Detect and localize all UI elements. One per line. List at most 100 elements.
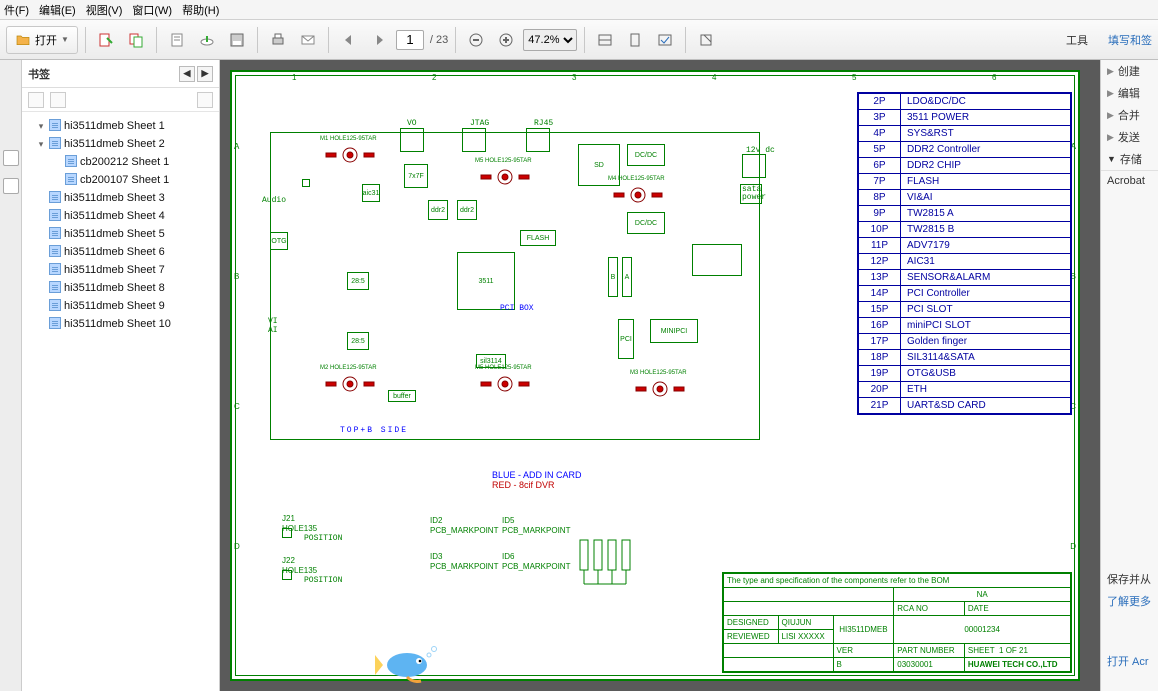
bookmark-icon [49,227,61,239]
bookmark-item[interactable]: hi3511dmeb Sheet 7 [36,262,219,278]
thumbnails-tab-icon[interactable] [3,150,19,166]
zoom-in-icon[interactable] [493,27,519,53]
bookmark-icon [49,299,61,311]
index-row: 10PTW2815 B [859,222,1071,238]
document-viewer[interactable]: 123456 ABCD ABCD 2PLDO&DC/DC3P3511 POWER… [220,60,1100,691]
index-row: 3P3511 POWER [859,110,1071,126]
right-send[interactable]: ▶发送 [1101,126,1158,148]
index-row: 8PVI&AI [859,190,1071,206]
right-store[interactable]: ▼存储 [1101,148,1158,170]
bookmarks-prev-icon[interactable]: ◀ [179,66,195,82]
bookmark-item[interactable]: ▾hi3511dmeb Sheet 1 [36,118,219,134]
bookmark-item[interactable]: cb200212 Sheet 1 [52,154,219,170]
prev-page-icon[interactable] [336,27,362,53]
index-row: 19POTG&USB [859,366,1071,382]
page-number-input[interactable] [396,30,424,50]
bookmark-icon [49,245,61,257]
bookmarks-tree: ▾hi3511dmeb Sheet 1 ▾hi3511dmeb Sheet 2 cb… [22,112,219,691]
bookmark-item[interactable]: ▾hi3511dmeb Sheet 2 [36,136,219,152]
bookmarks-find-icon[interactable] [197,92,213,108]
index-row: 4PSYS&RST [859,126,1071,142]
bookmark-icon [65,173,77,185]
index-row: 6PDDR2 CHIP [859,158,1071,174]
menu-view[interactable]: 视图(V) [86,2,123,18]
bookmark-icon [49,281,61,293]
index-row: 12PAIC31 [859,254,1071,270]
bookmark-item[interactable]: hi3511dmeb Sheet 10 [36,316,219,332]
bookmarks-header: 书签 ◀ ▶ [22,60,219,88]
right-merge[interactable]: ▶合并 [1101,104,1158,126]
bookmarks-tab-icon[interactable] [3,178,19,194]
bookmark-item[interactable]: hi3511dmeb Sheet 6 [36,244,219,260]
fill-sign-link[interactable]: 填写和签 [1108,32,1152,48]
index-row: 21PUART&SD CARD [859,398,1071,414]
index-row: 16PminiPCI SLOT [859,318,1071,334]
index-row: 2PLDO&DC/DC [859,94,1071,110]
fit-page-icon[interactable] [622,27,648,53]
bookmark-icon [49,191,61,203]
main-area: 书签 ◀ ▶ ▾hi3511dmeb Sheet 1▾hi3511dmeb Sh… [0,60,1158,691]
right-acrobat-label: Acrobat [1101,171,1158,191]
title-block: The type and specification of the compon… [722,572,1072,673]
folder-open-icon [15,32,31,48]
schematic-sheet: 123456 ABCD ABCD 2PLDO&DC/DC3P3511 POWER… [230,70,1080,681]
side-thumb-strip [0,60,22,691]
edit-icon[interactable] [164,27,190,53]
fit-width-icon[interactable] [592,27,618,53]
bookmark-icon [49,263,61,275]
right-create[interactable]: ▶创建 [1101,60,1158,82]
bookmark-item[interactable]: cb200107 Sheet 1 [52,172,219,188]
right-edit[interactable]: ▶编辑 [1101,82,1158,104]
open-button-label: 打开 [35,32,57,48]
index-row: 18PSIL3114&SATA [859,350,1071,366]
toolbar: 打开 ▼ / 23 47.2%50%75%100%125%150% 工具 填写和… [0,20,1158,60]
zoom-select[interactable]: 47.2%50%75%100%125%150% [523,29,577,51]
next-page-icon[interactable] [366,27,392,53]
bookmarks-options-icon[interactable] [28,92,44,108]
bookmarks-new-icon[interactable] [50,92,66,108]
right-learn-more[interactable]: 了解更多 [1101,591,1158,611]
bookmark-item[interactable]: hi3511dmeb Sheet 8 [36,280,219,296]
share-icon[interactable] [693,27,719,53]
tools-link[interactable]: 工具 [1066,32,1088,48]
menu-edit[interactable]: 编辑(E) [39,2,76,18]
chevron-down-icon: ▼ [61,35,69,44]
print-icon[interactable] [265,27,291,53]
index-row: 13PSENSOR&ALARM [859,270,1071,286]
reading-mode-icon[interactable] [652,27,678,53]
index-row: 11PADV7179 [859,238,1071,254]
open-button[interactable]: 打开 ▼ [6,26,78,54]
bookmark-icon [49,137,61,149]
zoom-out-icon[interactable] [463,27,489,53]
index-row: 20PETH [859,382,1071,398]
bookmark-item[interactable]: hi3511dmeb Sheet 4 [36,208,219,224]
menu-window[interactable]: 窗口(W) [132,2,172,18]
schematic-legend: BLUE - ADD IN CARD RED - 8cif DVR [492,470,582,490]
cloud-icon[interactable] [194,27,220,53]
email-icon[interactable] [295,27,321,53]
right-save-from: 保存并从 [1101,567,1158,591]
save-icon[interactable] [224,27,250,53]
index-row: 17PGolden finger [859,334,1071,350]
bookmark-icon [49,209,61,221]
bookmark-item[interactable]: hi3511dmeb Sheet 9 [36,298,219,314]
index-row: 14PPCI Controller [859,286,1071,302]
index-row: 9PTW2815 A [859,206,1071,222]
menu-bar: 件(F) 编辑(E) 视图(V) 窗口(W) 帮助(H) [0,0,1158,20]
right-open-acrobat[interactable]: 打开 Acr [1101,651,1158,671]
index-row: 5PDDR2 Controller [859,142,1071,158]
bookmark-item[interactable]: hi3511dmeb Sheet 5 [36,226,219,242]
menu-help[interactable]: 帮助(H) [182,2,219,18]
index-row: 7PFLASH [859,174,1071,190]
bookmarks-title: 书签 [28,66,50,82]
right-sidebar: ▶创建 ▶编辑 ▶合并 ▶发送 ▼存储 Acrobat 保存并从 了解更多 打开… [1100,60,1158,691]
bookmark-icon [49,119,61,131]
bookmarks-panel: 书签 ◀ ▶ ▾hi3511dmeb Sheet 1▾hi3511dmeb Sh… [22,60,220,691]
menu-file[interactable]: 件(F) [4,2,29,18]
bookmarks-next-icon[interactable]: ▶ [197,66,213,82]
bookmark-icon [65,155,77,167]
create-pdf-icon[interactable] [93,27,119,53]
sheet-index-table: 2PLDO&DC/DC3P3511 POWER4PSYS&RST5PDDR2 C… [857,92,1072,415]
bookmark-item[interactable]: hi3511dmeb Sheet 3 [36,190,219,206]
combine-icon[interactable] [123,27,149,53]
